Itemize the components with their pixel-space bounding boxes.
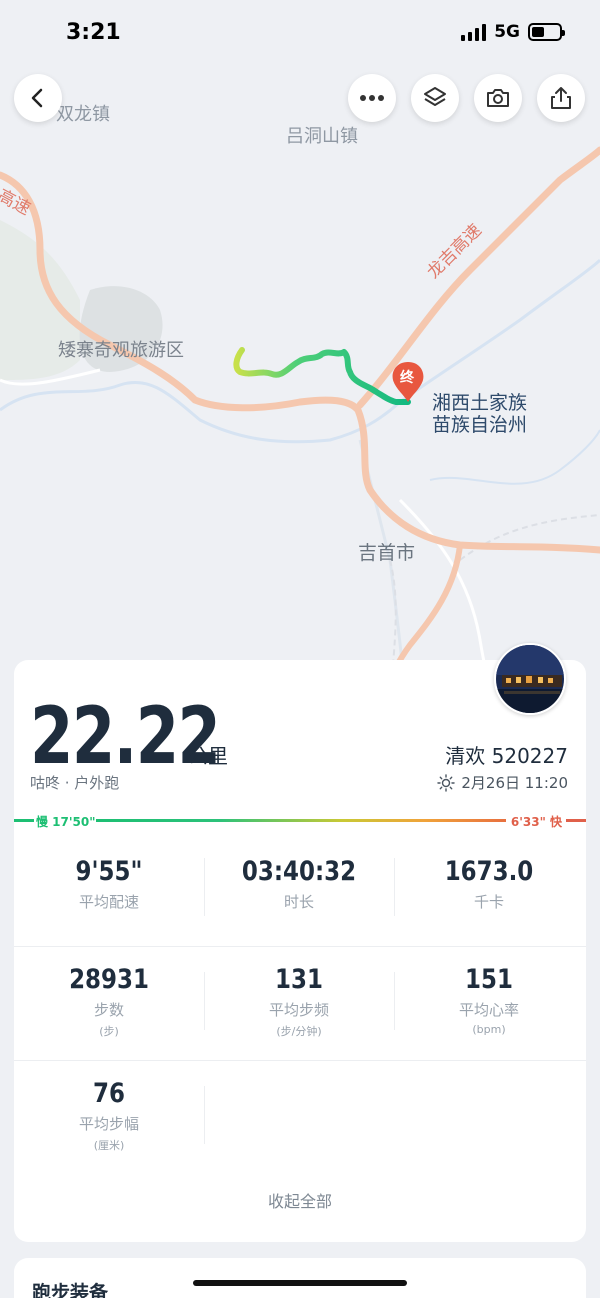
cellular-signal-icon [461,23,487,41]
chevron-left-icon [31,88,43,108]
gear-section-title: 跑步装备 [32,1282,109,1298]
stat-value: 76 [93,1078,125,1109]
map-label-aizhai: 矮寨奇观旅游区 [58,340,184,361]
status-bar: 3:21 5G [0,0,600,64]
stat-value: 03:40:32 [241,856,357,887]
map-layers-button[interactable] [411,74,459,122]
stat-calories: 1673.0 千卡 [394,856,584,912]
stat-steps: 28931 步数 (步) [14,964,204,1039]
stat-unit: (bpm) [472,1023,506,1036]
stat-stride: 76 平均步幅 (厘米) [14,1078,204,1153]
pace-slow-label: 慢 17'50" [36,815,96,829]
more-dots-icon [360,95,384,101]
pace-bar-slow-segment [14,819,34,822]
stat-heart-rate: 151 平均心率 (bpm) [394,964,584,1036]
sun-icon [437,773,456,792]
stat-value: 131 [275,964,323,995]
stat-label: 步数 [93,1001,124,1019]
camera-button[interactable] [474,74,522,122]
stat-value: 151 [465,964,513,995]
share-icon [551,87,571,109]
activity-source: 咕咚 · 户外跑 [30,774,120,792]
camera-icon [487,89,509,107]
more-options-button[interactable] [348,74,396,122]
avatar[interactable] [494,643,566,715]
end-marker-label: 终 [400,370,414,386]
stat-label: 平均步频 [268,1001,329,1019]
stat-label: 平均配速 [78,893,139,911]
activity-date: 2月26日 11:20 [437,772,568,793]
network-type: 5G [494,22,520,42]
stat-unit: (步) [99,1025,119,1038]
map-label-lvdongshan: 吕洞山镇 [286,126,358,147]
stat-label: 平均步幅 [78,1115,139,1133]
collapse-all-button[interactable]: 收起全部 [14,1188,586,1212]
battery-icon [528,23,565,41]
stat-cadence: 131 平均步频 (步/分钟) [204,964,394,1039]
map-label-region-line1: 湘西土家族 [432,392,528,414]
activity-date-text: 2月26日 11:20 [461,774,568,792]
stat-label: 平均心率 [458,1001,519,1019]
pace-fast-label: 6'33" 快 [510,815,562,829]
back-button[interactable] [14,74,62,122]
stat-value: 9'55" [75,856,143,887]
divider [204,1086,205,1144]
map-label-jishou: 吉首市 [358,542,416,564]
stat-value: 1673.0 [444,856,534,887]
map-label-shuanglong: 双龙镇 [56,104,110,125]
stat-value: 28931 [69,964,149,995]
row-divider [14,946,586,947]
stat-avg-pace: 9'55" 平均配速 [14,856,204,912]
pace-gradient-bar [96,819,506,822]
map-label-region-line2: 苗族自治州 [432,414,528,436]
status-time: 3:21 [66,20,121,45]
layers-icon [424,87,446,106]
stat-label: 千卡 [473,893,504,911]
row-divider [14,1060,586,1061]
status-indicators: 5G [461,22,565,42]
stat-duration: 03:40:32 时长 [204,856,394,912]
stat-unit: (厘米) [93,1139,125,1152]
home-indicator[interactable] [193,1280,407,1286]
share-button[interactable] [537,74,585,122]
stat-unit: (步/分钟) [276,1025,322,1038]
username: 清欢 520227 [445,744,568,768]
stat-label: 时长 [283,893,314,911]
pace-bar-fast-segment [566,819,586,822]
distance-unit: 公里 [188,744,228,768]
